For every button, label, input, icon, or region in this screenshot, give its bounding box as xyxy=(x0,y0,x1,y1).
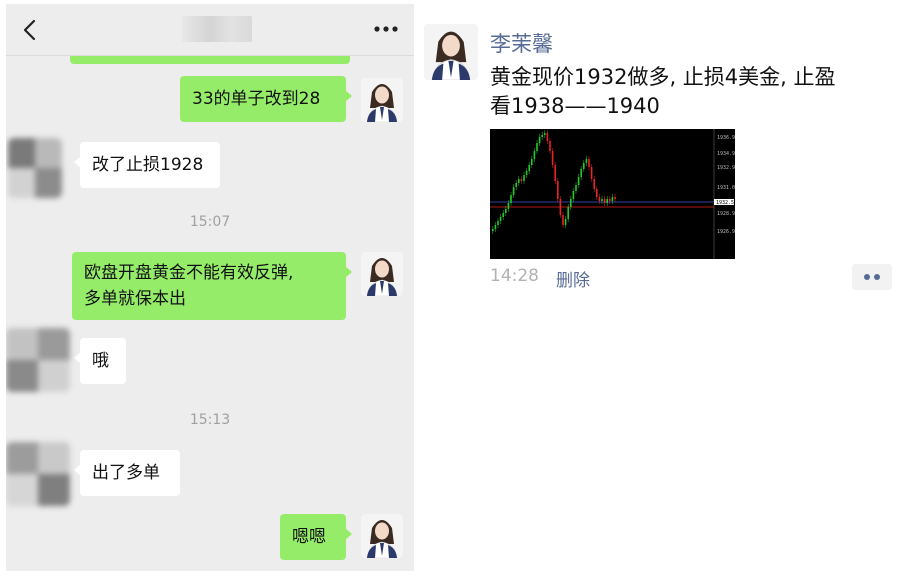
post-text-line: 黄金现价1932做多, 止损4美金, 止盈 xyxy=(490,65,836,89)
post-author-name[interactable]: 李茉馨 xyxy=(490,28,553,58)
message-timestamp: 15:13 xyxy=(189,412,231,428)
candle-body xyxy=(497,221,499,225)
candle-body xyxy=(499,217,502,221)
avatar-blurred[interactable] xyxy=(6,328,70,392)
candle-body xyxy=(492,229,494,231)
candle-body xyxy=(525,171,528,175)
message-bubble-received[interactable]: 哦 xyxy=(74,338,126,384)
message-text: 33的单子改到28 xyxy=(192,89,321,109)
message-timestamp: 15:07 xyxy=(189,214,231,230)
avatar[interactable] xyxy=(361,514,403,558)
avatar[interactable] xyxy=(361,78,403,122)
price-tick-label: 1931.00 xyxy=(717,185,735,191)
candle-body xyxy=(570,199,572,207)
candle-body xyxy=(590,167,593,179)
candle-body xyxy=(611,197,614,201)
price-tick-label: 1928.99 xyxy=(717,211,735,217)
candle-body xyxy=(562,215,564,225)
candle-body xyxy=(549,141,551,151)
avatar[interactable] xyxy=(361,252,403,296)
message-text: 嗯嗯 xyxy=(292,527,326,547)
candle-body xyxy=(512,187,515,195)
candle-body xyxy=(572,191,575,199)
candle-body xyxy=(609,199,611,201)
price-tick-label: 1934.95 xyxy=(717,151,735,157)
post-chart-image[interactable]: 1936.96 1934.95 1932.93 1931.00 1928.99 1926.… xyxy=(490,129,735,259)
avatar-blurred[interactable] xyxy=(8,138,62,198)
candle-body xyxy=(603,199,606,203)
more-dots-icon xyxy=(864,274,880,280)
candle-body xyxy=(533,151,536,159)
current-price-label: 1932.57 xyxy=(716,200,735,206)
candle-body xyxy=(577,177,580,185)
avatar-blurred[interactable] xyxy=(6,442,70,506)
candle-body xyxy=(606,199,608,203)
message-text-line: 多单就保本出 xyxy=(84,289,186,309)
chevron-left-icon xyxy=(23,19,36,41)
previous-message-bubble xyxy=(70,56,350,64)
message-bubble-sent[interactable]: 33的单子改到28 xyxy=(180,76,352,122)
message-text: 哦 xyxy=(92,351,109,371)
candle-body xyxy=(593,179,595,189)
candle-body xyxy=(554,165,556,181)
candle-body xyxy=(614,197,616,199)
candle-body xyxy=(502,213,504,217)
price-tick-label: 1932.93 xyxy=(717,165,735,171)
message-bubble-sent[interactable]: 欧盘开盘黄金不能有效反弹, 多单就保本出 xyxy=(72,252,352,320)
post-more-button[interactable] xyxy=(852,264,892,290)
candle-body xyxy=(588,159,590,167)
chat-window: 33的单子改到28 改了止损1928 15:07 欧盘开盘黄金不能有效反弹, 多… xyxy=(6,4,414,571)
candle-body xyxy=(518,179,520,183)
candle-body xyxy=(598,197,601,201)
price-tick-label: 1926.98 xyxy=(717,229,735,235)
post-author-avatar[interactable] xyxy=(424,24,478,80)
candle-body xyxy=(551,151,554,165)
more-icon xyxy=(374,26,398,32)
candle-body xyxy=(559,199,562,215)
candle-body xyxy=(520,179,523,181)
candle-body xyxy=(536,143,538,151)
back-button[interactable] xyxy=(20,18,42,42)
candle-body xyxy=(515,183,517,187)
candle-body xyxy=(510,195,512,203)
chat-title-blurred xyxy=(182,16,252,42)
candle-body xyxy=(596,189,598,197)
candle-body xyxy=(531,159,533,165)
candle-body xyxy=(580,169,582,177)
user-avatar-icon xyxy=(431,31,471,80)
candle-body xyxy=(557,181,559,199)
candlestick-chart: 1936.96 1934.95 1932.93 1931.00 1928.99 1926.… xyxy=(490,129,735,259)
candle-body xyxy=(575,185,577,191)
candle-body xyxy=(585,159,588,163)
candle-body xyxy=(538,137,541,143)
more-button[interactable] xyxy=(372,20,400,38)
price-tick-label: 1936.96 xyxy=(717,135,735,141)
candle-body xyxy=(541,135,543,137)
post-time: 14:28 xyxy=(490,266,539,286)
candle-body xyxy=(523,175,525,181)
message-bubble-received[interactable]: 改了止损1928 xyxy=(74,142,220,188)
message-text: 出了多单 xyxy=(92,463,160,483)
user-avatar-icon xyxy=(366,258,398,296)
candle-body xyxy=(494,225,497,229)
delete-link[interactable]: 删除 xyxy=(556,266,590,291)
candle-body xyxy=(546,133,549,141)
candle-body xyxy=(507,203,510,209)
candle-body xyxy=(583,163,585,169)
candle-body xyxy=(564,219,567,225)
user-avatar-icon xyxy=(366,84,398,122)
message-text-line: 欧盘开盘黄金不能有效反弹, xyxy=(84,263,294,283)
candle-body xyxy=(544,133,546,135)
post-text-line: 看1938——1940 xyxy=(490,94,660,118)
candle-body xyxy=(505,209,507,213)
message-bubble-received[interactable]: 出了多单 xyxy=(74,450,180,496)
user-avatar-icon xyxy=(366,520,398,558)
candle-body xyxy=(528,165,530,171)
message-text: 改了止损1928 xyxy=(92,155,204,175)
chat-header xyxy=(6,4,414,56)
message-bubble-sent[interactable]: 嗯嗯 xyxy=(280,514,352,560)
candle-body xyxy=(601,199,603,201)
candle-body xyxy=(567,207,569,219)
post-text: 黄金现价1932做多, 止损4美金, 止盈 看1938——1940 xyxy=(490,63,890,121)
